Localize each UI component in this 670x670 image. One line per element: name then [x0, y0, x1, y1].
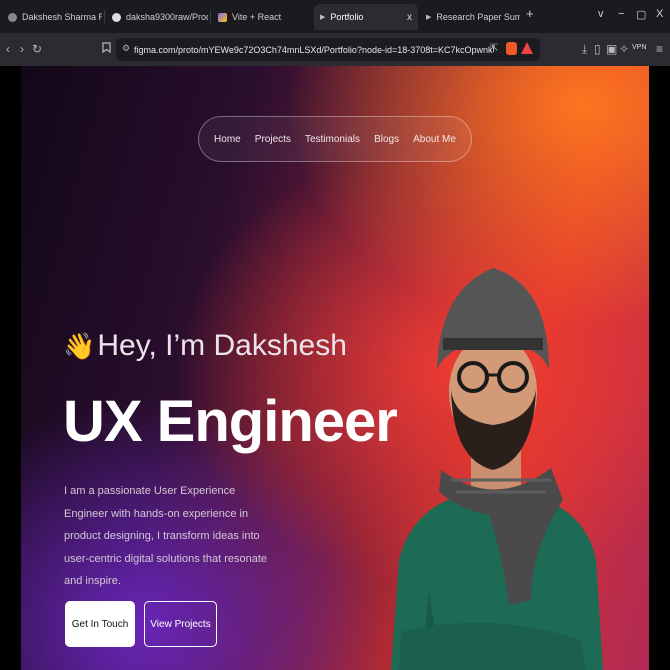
tab-resume[interactable]: Dakshesh Sharma Resume.pdf — [2, 4, 102, 30]
view-projects-button[interactable]: View Projects — [144, 601, 217, 647]
reload-icon[interactable]: ↻ — [32, 42, 42, 56]
pdf-icon — [8, 12, 17, 22]
tab-label: Portfolio — [330, 12, 364, 22]
tab-separator — [210, 10, 211, 23]
close-window-button[interactable]: X — [656, 8, 663, 20]
browser-tab-bar: Dakshesh Sharma Resume.pdf daksha9300raw… — [0, 0, 670, 33]
greeting-text: Hey, I’m Dakshesh — [97, 329, 347, 362]
tab-search-dropdown[interactable]: v — [598, 8, 604, 20]
nav-projects[interactable]: Projects — [255, 134, 291, 145]
get-in-touch-button[interactable]: Get In Touch — [65, 601, 135, 647]
wallet-icon[interactable]: ▣ — [606, 42, 617, 56]
portfolio-hero: Home Projects Testimonials Blogs About M… — [21, 66, 649, 670]
forward-icon[interactable]: › — [20, 42, 24, 56]
figma-play-icon: ▶ — [320, 14, 326, 21]
close-tab-icon[interactable]: x — [407, 12, 412, 23]
tab-portfolio[interactable]: ▶ Portfolio x — [314, 4, 418, 30]
extensions-icon[interactable]: ✧ — [619, 42, 629, 56]
intro-description: I am a passionate User Experience Engine… — [64, 485, 267, 587]
browser-viewport: Home Projects Testimonials Blogs About M… — [0, 66, 670, 670]
brave-shields-icon[interactable] — [506, 42, 517, 55]
page-title: UX Engineer — [63, 389, 398, 454]
top-nav: Home Projects Testimonials Blogs About M… — [198, 116, 472, 162]
tab-vite[interactable]: Vite + React — [212, 4, 312, 30]
tab-label: Dakshesh Sharma Resume.pdf — [22, 12, 102, 22]
address-bar[interactable]: figma.com/proto/mYEWe9c72O3Ch74mnLSXd/Po… — [116, 38, 540, 61]
nav-blogs[interactable]: Blogs — [374, 134, 399, 145]
new-tab-button[interactable]: + — [526, 6, 534, 21]
github-icon — [112, 12, 121, 22]
bookmark-icon[interactable] — [102, 42, 111, 56]
vite-icon — [218, 12, 227, 22]
nav-home[interactable]: Home — [214, 134, 241, 145]
tab-research[interactable]: ▶ Research Paper Summarizer — [420, 4, 520, 30]
vpn-button[interactable]: VPN — [632, 44, 646, 51]
tab-label: Research Paper Summarizer — [436, 12, 520, 22]
nav-about-me[interactable]: About Me — [413, 134, 456, 145]
tab-label: daksha9300raw/Product-Store-Web — [126, 12, 208, 22]
back-icon[interactable]: ‹ — [6, 42, 10, 56]
download-icon[interactable]: ⤓ — [582, 42, 587, 57]
nav-testimonials[interactable]: Testimonials — [305, 134, 360, 145]
minimize-button[interactable]: − — [618, 8, 624, 20]
figma-play-icon: ▶ — [426, 14, 432, 21]
url-text[interactable]: figma.com/proto/mYEWe9c72O3Ch74mnLSXd/Po… — [116, 45, 494, 55]
sidebar-icon[interactable]: ▯ — [594, 42, 601, 56]
greeting: 👋 Hey, I’m Dakshesh — [63, 329, 347, 363]
share-icon[interactable]: ⇱ — [490, 43, 498, 54]
maximize-button[interactable]: ▢ — [636, 8, 646, 21]
profile-photo — [391, 268, 603, 670]
tab-github[interactable]: daksha9300raw/Product-Store-Web — [106, 4, 208, 30]
tab-separator — [104, 10, 105, 23]
menu-icon[interactable]: ≡ — [656, 42, 663, 56]
waving-hand-icon: 👋 — [63, 330, 96, 361]
site-info-icon[interactable]: ⚙ — [122, 43, 130, 54]
tab-label: Vite + React — [232, 12, 282, 22]
brave-rewards-icon[interactable] — [521, 42, 533, 54]
